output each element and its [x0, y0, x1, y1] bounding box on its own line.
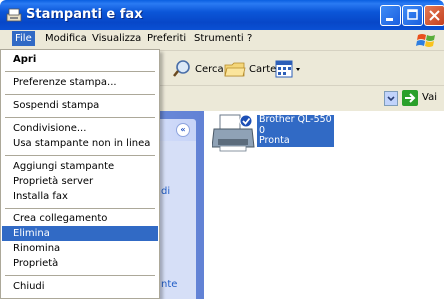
menu-item-sospendi-stampa[interactable]: Sospendi stampa — [2, 98, 158, 113]
menu-item-rinomina[interactable]: Rinomina — [2, 241, 158, 256]
menu-separator — [5, 155, 155, 156]
menu-separator — [5, 117, 155, 118]
menu-item-chiudi[interactable]: Chiudi — [2, 279, 158, 294]
search-icon — [173, 60, 190, 77]
menu-item-crea-collegamento[interactable]: Crea collegamento — [2, 211, 158, 226]
close-icon — [429, 10, 440, 21]
menu-bar: File Modifica Visualizza Preferiti Strum… — [0, 30, 444, 51]
menu-item-usa-stampante-non-in-linea[interactable]: Usa stampante non in linea — [2, 136, 158, 151]
printer-status: Pronta — [259, 135, 290, 146]
menu-separator — [5, 275, 155, 276]
task-link-fragment[interactable]: nte — [161, 279, 177, 290]
maximize-icon — [407, 9, 418, 20]
menu-item-proprieta[interactable]: Proprietà — [2, 256, 158, 271]
minimize-icon — [386, 18, 393, 21]
menu-file[interactable]: File — [12, 31, 35, 46]
menu-item-elimina[interactable]: Elimina — [2, 226, 158, 241]
title-bar[interactable]: Stampanti e fax — [0, 0, 444, 30]
collapse-icon[interactable]: « — [176, 123, 190, 137]
menu-modifica[interactable]: Modifica — [45, 33, 87, 44]
views-button[interactable] — [275, 59, 303, 79]
go-label[interactable]: Vai — [422, 92, 437, 103]
menu-item-preferenze-stampa[interactable]: Preferenze stampa... — [2, 75, 158, 90]
search-button[interactable]: Cerca — [172, 59, 224, 79]
file-menu: Apri Preferenze stampa... Sospendi stamp… — [0, 49, 160, 299]
menu-item-installa-fax[interactable]: Installa fax — [2, 189, 158, 204]
menu-item-condivisione[interactable]: Condivisione... — [2, 121, 158, 136]
maximize-button[interactable] — [402, 5, 423, 26]
printer-name: Brother QL-550 — [259, 114, 332, 125]
folders-icon — [224, 62, 246, 77]
menu-separator — [5, 71, 155, 72]
menu-item-aggiungi-stampante[interactable]: Aggiungi stampante — [2, 159, 158, 174]
menu-preferiti[interactable]: Preferiti — [147, 33, 186, 44]
menu-strumenti[interactable]: Strumenti — [194, 33, 244, 44]
views-icon — [275, 60, 300, 78]
menu-item-apri[interactable]: Apri — [2, 52, 158, 67]
search-label: Cerca — [195, 63, 224, 75]
address-dropdown-button[interactable] — [384, 91, 398, 106]
printer-icon[interactable] — [212, 113, 256, 153]
menu-item-proprieta-server[interactable]: Proprietà server — [2, 174, 158, 189]
menu-separator — [5, 208, 155, 209]
windows-logo-icon — [416, 34, 435, 47]
close-button[interactable] — [424, 5, 444, 26]
window-title: Stampanti e fax — [26, 7, 143, 22]
menu-help[interactable]: ? — [247, 33, 252, 44]
menu-visualizza[interactable]: Visualizza — [92, 33, 141, 44]
minimize-button[interactable] — [380, 5, 401, 26]
task-link-fragment[interactable]: di — [161, 186, 170, 197]
menu-separator — [5, 94, 155, 95]
printer-folder-icon — [6, 8, 22, 22]
printer-label[interactable]: Brother QL-550 0 Pronta — [257, 114, 334, 147]
chevron-down-icon — [387, 96, 395, 102]
go-arrow-icon — [405, 93, 416, 103]
go-button[interactable] — [402, 90, 418, 106]
